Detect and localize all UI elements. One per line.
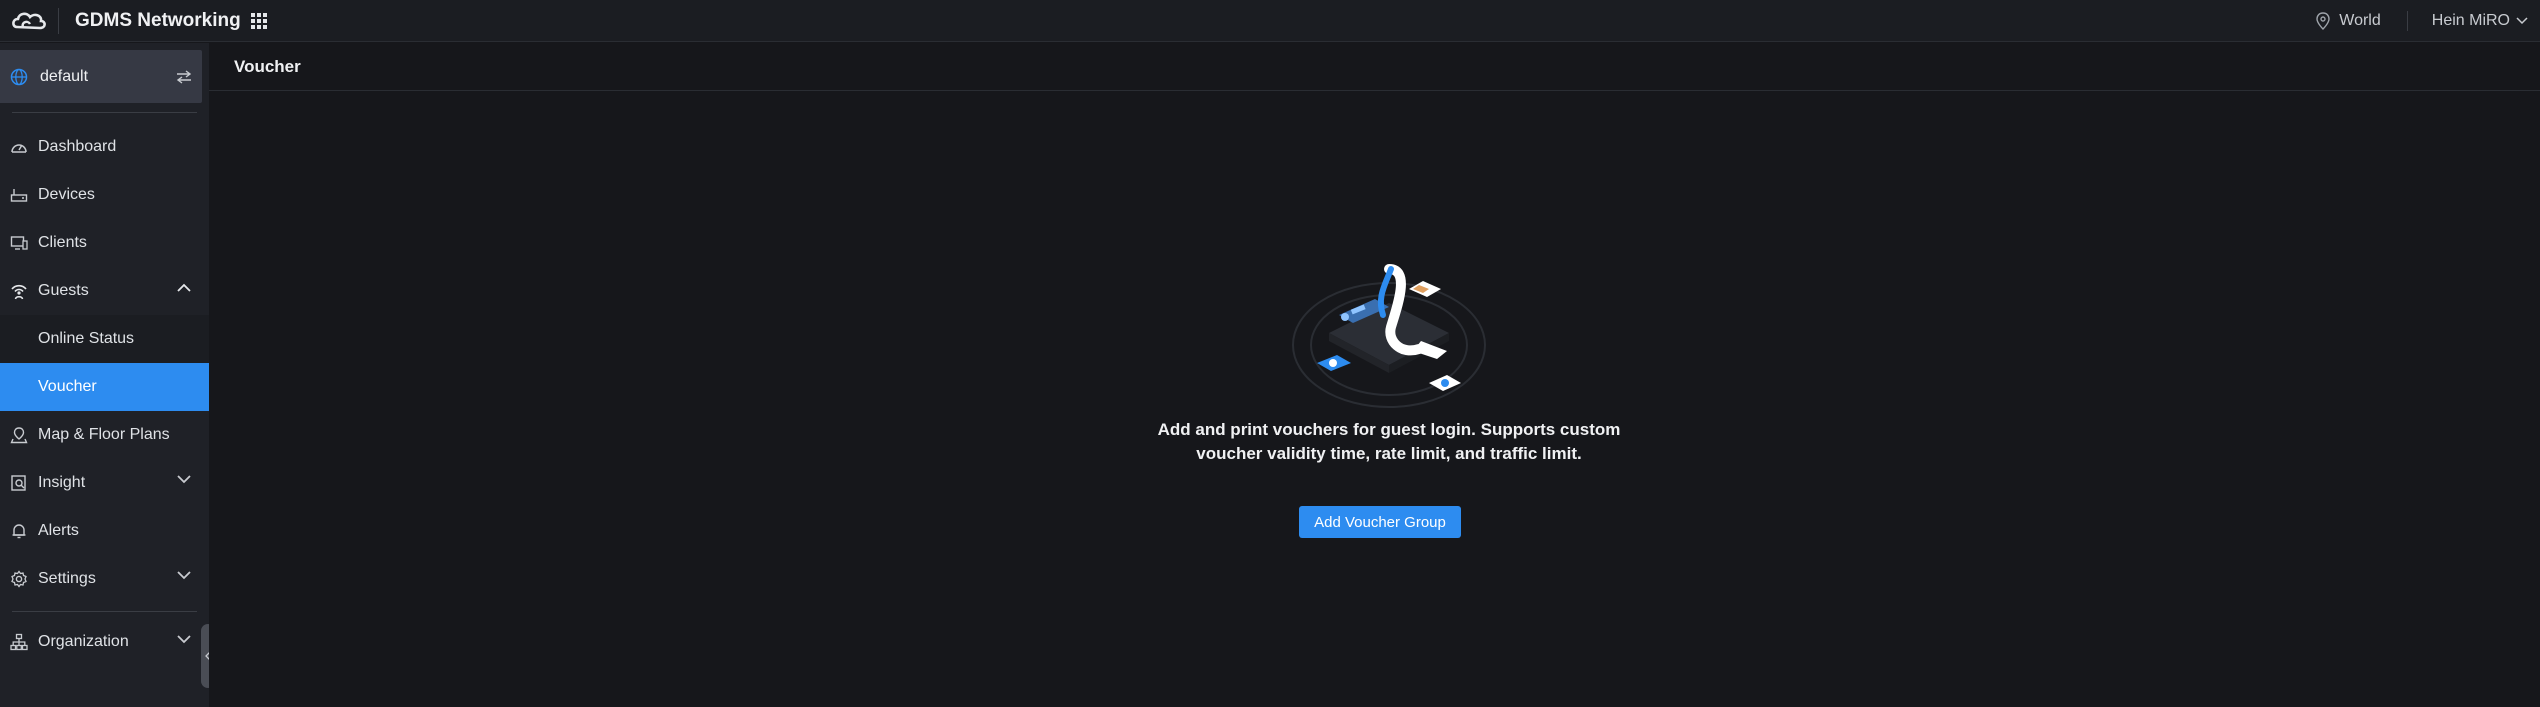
sidebar-item-label: Online Status — [38, 330, 135, 347]
swap-icon[interactable] — [176, 69, 192, 84]
site-name: default — [40, 67, 89, 85]
app-title: GDMS Networking — [75, 9, 241, 31]
bell-icon — [8, 520, 30, 542]
sidebar-item-label: Clients — [38, 234, 87, 251]
user-name: Hein MiRO — [2431, 11, 2510, 29]
empty-state: Add and print vouchers for guest login. … — [209, 43, 2540, 707]
sidebar-item-label: Guests — [38, 282, 89, 299]
sidebar-item-label: Organization — [38, 633, 129, 650]
add-voucher-group-button[interactable]: Add Voucher Group — [1299, 506, 1461, 538]
sidebar-item-clients[interactable]: Clients — [0, 219, 209, 267]
sidebar-item-label: Voucher — [38, 378, 97, 395]
sidebar-item-label: Devices — [38, 186, 95, 203]
org-tree-icon — [8, 631, 30, 653]
wifi-person-icon — [8, 280, 30, 302]
sidebar-item-insight[interactable]: Insight — [0, 459, 209, 507]
sidebar-item-map-floor-plans[interactable]: Map & Floor Plans — [0, 411, 209, 459]
logo-divider — [58, 7, 59, 34]
chevron-down-icon — [2516, 16, 2528, 24]
empty-state-line-2: voucher validity time, rate limit, and t… — [1196, 444, 1582, 463]
empty-state-line-1: Add and print vouchers for guest login. … — [1157, 420, 1621, 439]
top-bar: GDMS Networking World Hein MiRO — [0, 0, 2540, 42]
chevron-down-icon — [177, 475, 191, 484]
sidebar-divider — [12, 611, 197, 612]
sidebar-item-dashboard[interactable]: Dashboard — [0, 123, 209, 171]
dashboard-icon — [8, 136, 30, 158]
gear-icon — [8, 568, 30, 590]
insight-icon — [8, 472, 30, 494]
monitor-icon — [8, 232, 30, 254]
sidebar-item-label: Settings — [38, 570, 96, 587]
empty-state-message: Add and print vouchers for guest login. … — [1129, 418, 1649, 466]
sidebar-item-alerts[interactable]: Alerts — [0, 507, 209, 555]
sidebar-item-label: Dashboard — [38, 138, 117, 155]
chevron-down-icon — [177, 635, 191, 644]
location-pin-icon — [2316, 11, 2330, 30]
apps-grid-icon[interactable] — [250, 12, 267, 29]
sidebar-divider — [12, 112, 197, 113]
sidebar-item-devices[interactable]: Devices — [0, 171, 209, 219]
voucher-illustration-icon — [1292, 264, 1486, 408]
gdms-logo-icon[interactable] — [0, 0, 58, 42]
globe-icon — [10, 68, 28, 85]
sidebar-item-guests[interactable]: Guests — [0, 267, 209, 315]
chevron-up-icon — [177, 283, 191, 292]
map-pin-icon — [8, 424, 30, 446]
sidebar-item-online-status[interactable]: Online Status — [0, 315, 209, 363]
chevron-down-icon — [177, 571, 191, 580]
sidebar-nav: Dashboard Devices Clients Guests Online … — [0, 123, 209, 664]
sidebar-item-settings[interactable]: Settings — [0, 555, 209, 603]
sidebar-item-label: Alerts — [38, 522, 79, 539]
main-content: Voucher Add and print vouchers for guest… — [209, 43, 2540, 707]
sidebar-item-voucher[interactable]: Voucher — [0, 363, 209, 411]
sidebar-item-label: Insight — [38, 474, 86, 491]
user-menu[interactable]: Hein MiRO — [2408, 12, 2540, 30]
sidebar-item-organization[interactable]: Organization — [0, 620, 209, 664]
sidebar-item-label: Map & Floor Plans — [38, 426, 170, 443]
router-icon — [8, 184, 30, 206]
region-label: World — [2339, 11, 2381, 29]
guests-submenu: Online Status Voucher — [0, 315, 209, 411]
region-selector[interactable]: World — [2315, 12, 2407, 30]
sidebar: default Dashboard Devices Clients Guests… — [0, 43, 209, 707]
site-selector[interactable]: default — [0, 50, 202, 103]
